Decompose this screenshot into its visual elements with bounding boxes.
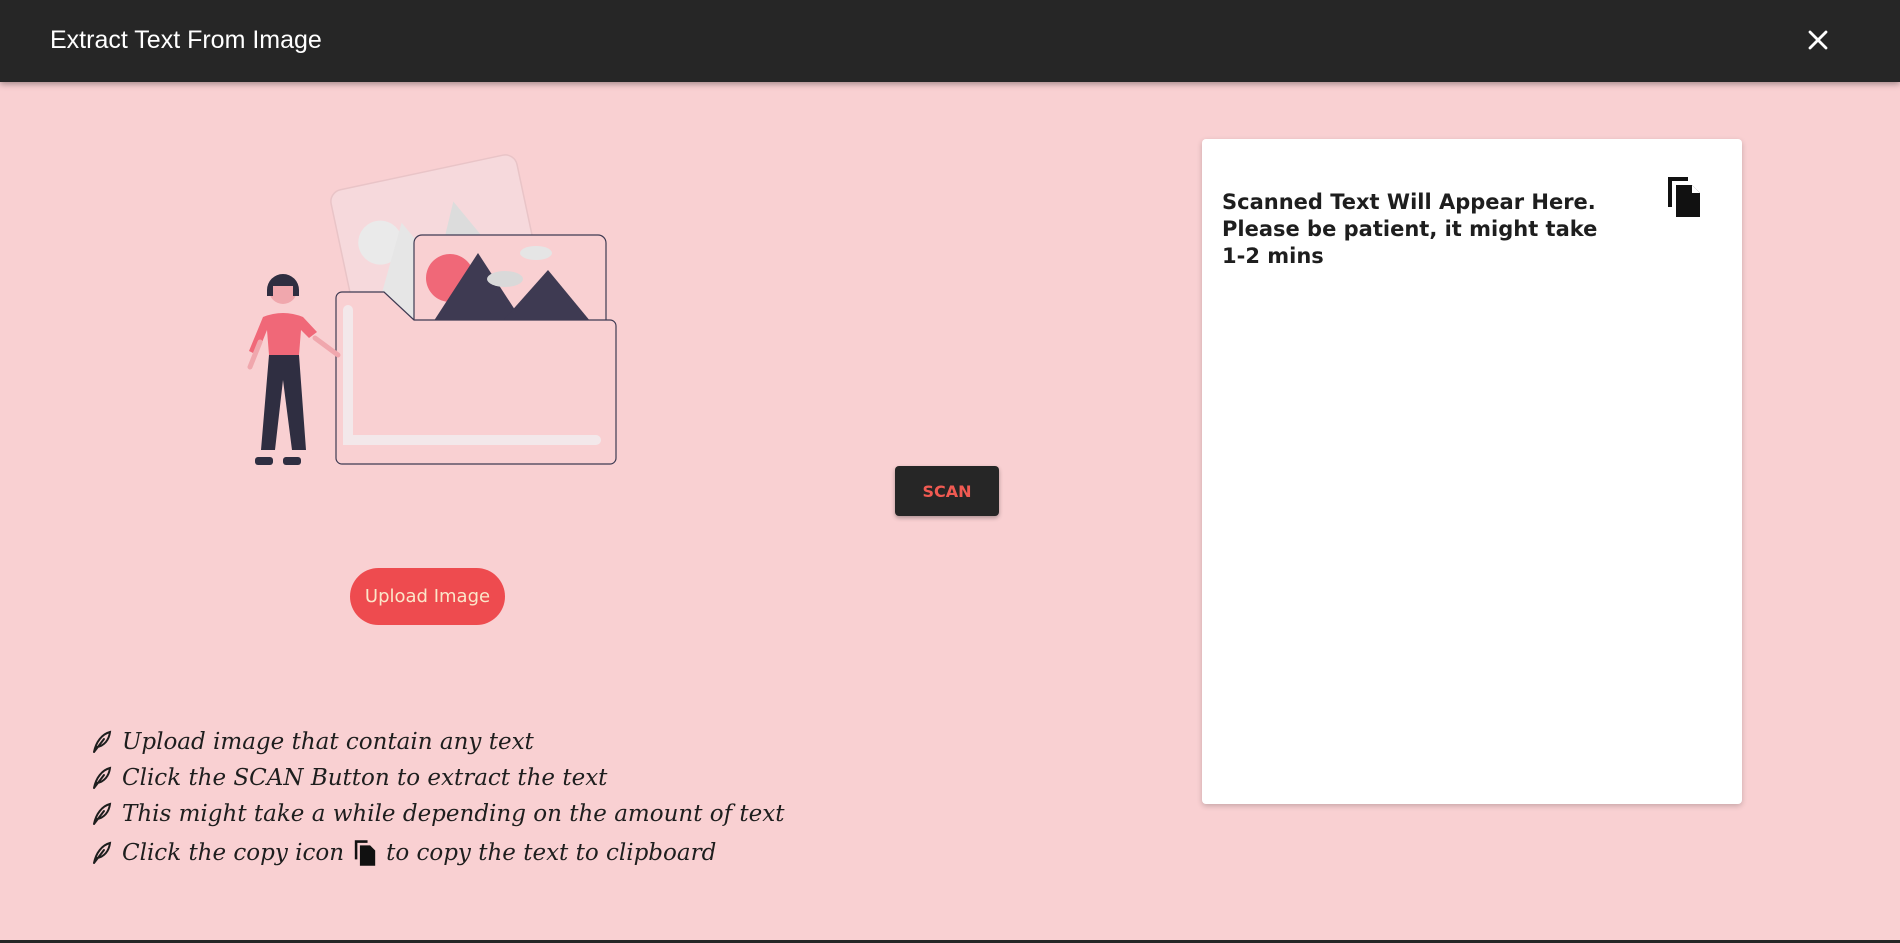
upload-illustration <box>230 145 630 475</box>
copy-icon <box>352 839 378 867</box>
list-item: Click the copy icon to copy the text to … <box>90 832 890 874</box>
list-item: This might take a while depending on the… <box>90 796 890 832</box>
instruction-text: Click the SCAN Button to extract the tex… <box>122 765 608 791</box>
scan-button[interactable]: SCAN <box>895 466 999 516</box>
instruction-text: Upload image that contain any text <box>122 729 534 755</box>
instruction-text: to copy the text to clipboard <box>386 840 717 866</box>
instruction-text: This might take a while depending on the… <box>122 801 785 827</box>
instructions-list: Upload image that contain any text Click… <box>90 724 890 874</box>
feather-icon <box>90 766 112 790</box>
feather-icon <box>90 730 112 754</box>
app-bar: Extract Text From Image <box>0 0 1900 82</box>
feather-icon <box>90 802 112 826</box>
scanned-text-panel: Scanned Text Will Appear Here. Please be… <box>1202 139 1742 804</box>
app-title: Extract Text From Image <box>50 26 322 54</box>
instruction-text: Click the copy icon <box>122 840 345 866</box>
list-item: Upload image that contain any text <box>90 724 890 760</box>
close-icon[interactable] <box>1800 22 1836 58</box>
upload-image-button[interactable]: Upload Image <box>350 568 505 625</box>
feather-icon <box>90 841 112 865</box>
copy-icon[interactable] <box>1664 175 1704 219</box>
scanned-text-output[interactable]: Scanned Text Will Appear Here. Please be… <box>1222 189 1622 270</box>
list-item: Click the SCAN Button to extract the tex… <box>90 760 890 796</box>
